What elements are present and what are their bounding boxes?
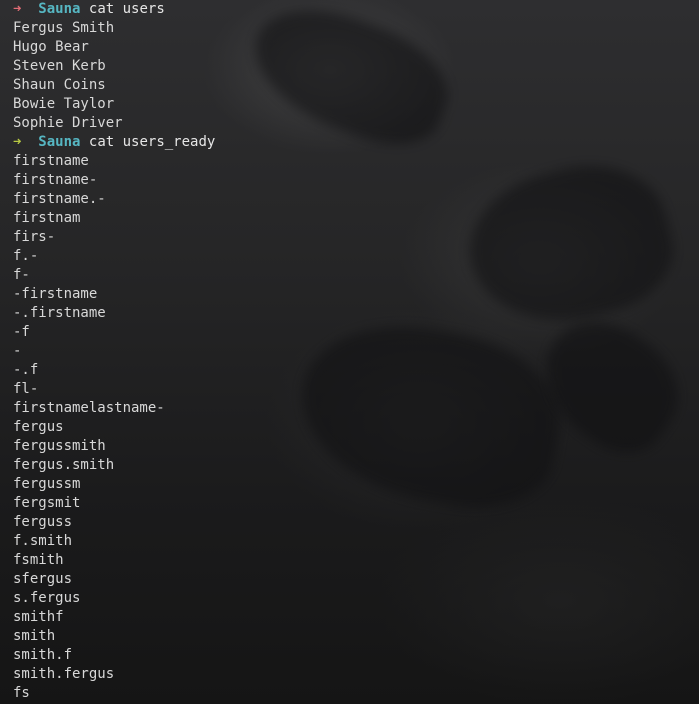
prompt-command: cat users — [88, 1, 165, 17]
output-line: smithf — [13, 609, 64, 625]
output-line: ferguss — [13, 514, 73, 530]
output-line: smith.fergus — [13, 666, 115, 682]
prompt-arrow-icon: ➜ — [13, 1, 22, 17]
output-line: Sophie Driver — [13, 115, 123, 131]
output-line: Hugo Bear — [13, 39, 89, 55]
terminal-output[interactable]: ➜ Sauna cat users Fergus Smith Hugo Bear St… — [13, 0, 683, 703]
output-line: fergsmit — [13, 495, 81, 511]
output-line: firstname.- — [13, 191, 106, 207]
output-line: fergus — [13, 419, 64, 435]
output-line: firstnamelastname- — [13, 400, 165, 416]
prompt-line: ➜ Sauna cat users — [13, 0, 683, 19]
output-line: -firstname — [13, 286, 98, 302]
prompt-command: cat users_ready — [88, 134, 216, 150]
output-line: sfergus — [13, 571, 73, 587]
output-line: -.firstname — [13, 305, 106, 321]
output-line: firstname — [13, 153, 89, 169]
output-line: Steven Kerb — [13, 58, 106, 74]
prompt-arrow-icon: ➜ — [13, 134, 22, 150]
output-line: Fergus Smith — [13, 20, 115, 36]
output-line: fs — [13, 685, 30, 701]
output-line: f- — [13, 267, 30, 283]
output-line: s.fergus — [13, 590, 81, 606]
output-line: firstname- — [13, 172, 98, 188]
output-line: fergussm — [13, 476, 81, 492]
output-line: smith.f — [13, 647, 73, 663]
output-line: f.- — [13, 248, 39, 264]
output-line: - — [13, 343, 22, 359]
prompt-directory: Sauna — [38, 1, 81, 17]
prompt-line: ➜ Sauna cat users_ready — [13, 133, 683, 152]
output-line: firstnam — [13, 210, 81, 226]
output-line: smith — [13, 628, 56, 644]
output-line: firs- — [13, 229, 56, 245]
output-line: -.f — [13, 362, 39, 378]
output-line: fl- — [13, 381, 39, 397]
output-line: fsmith — [13, 552, 64, 568]
output-line: f.smith — [13, 533, 73, 549]
output-line: Shaun Coins — [13, 77, 106, 93]
output-line: Bowie Taylor — [13, 96, 115, 112]
prompt-directory: Sauna — [38, 134, 81, 150]
output-line: -f — [13, 324, 30, 340]
output-line: fergus.smith — [13, 457, 115, 473]
output-line: fergussmith — [13, 438, 106, 454]
